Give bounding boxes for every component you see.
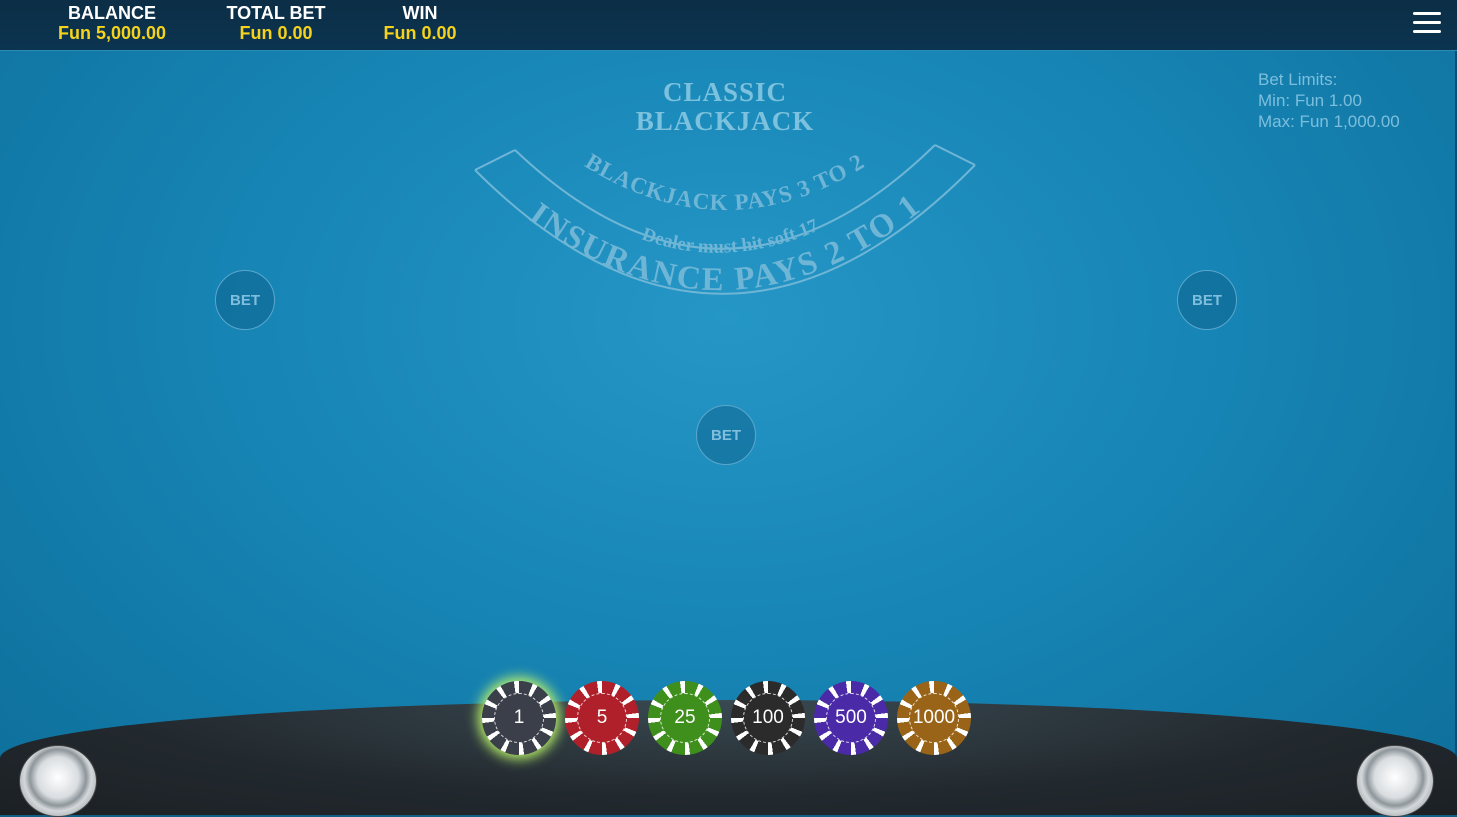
- menu-line: [1413, 12, 1441, 15]
- hamburger-menu-icon[interactable]: [1413, 12, 1441, 36]
- win-value: Fun 0.00: [383, 23, 457, 43]
- chip-100-label: 100: [743, 693, 793, 743]
- arc-text-blackjack: BLACKJACK PAYS 3 TO 2: [581, 149, 868, 216]
- table-rail: [0, 700, 1457, 815]
- svg-text:BLACKJACK PAYS 3 TO 2: BLACKJACK PAYS 3 TO 2: [581, 149, 869, 216]
- bet-limits-heading: Bet Limits:: [1258, 70, 1338, 89]
- chip-25[interactable]: 25: [648, 681, 722, 755]
- total-bet-display: TOTAL BET Fun 0.00: [212, 3, 340, 43]
- bet-spot-right[interactable]: BET: [1177, 270, 1237, 330]
- undo-cup-icon[interactable]: [19, 745, 97, 817]
- menu-line: [1413, 30, 1441, 33]
- chip-500[interactable]: 500: [814, 681, 888, 755]
- total-bet-value: Fun 0.00: [239, 23, 313, 43]
- bet-spot-center[interactable]: BET: [696, 405, 756, 465]
- chip-5-label: 5: [577, 693, 627, 743]
- bet-limits-max: Max: Fun 1,000.00: [1258, 112, 1400, 131]
- bet-spot-left[interactable]: BET: [215, 270, 275, 330]
- chip-1000-label: 1000: [909, 693, 959, 743]
- total-bet-label: TOTAL BET: [226, 3, 326, 23]
- chip-25-label: 25: [660, 693, 710, 743]
- chip-500-label: 500: [826, 693, 876, 743]
- top-bar: BALANCE Fun 5,000.00 TOTAL BET Fun 0.00 …: [0, 0, 1457, 51]
- balance-display: BALANCE Fun 5,000.00: [42, 3, 182, 43]
- win-display: WIN Fun 0.00: [364, 3, 476, 43]
- win-label: WIN: [402, 3, 438, 23]
- table-rules-arcs: BLACKJACK PAYS 3 TO 2 Dealer must hit so…: [474, 144, 976, 298]
- chip-1000[interactable]: 1000: [897, 681, 971, 755]
- table-title: CLASSIC BLACKJACK: [600, 78, 850, 136]
- balance-label: BALANCE: [68, 3, 156, 23]
- chip-5[interactable]: 5: [565, 681, 639, 755]
- menu-line: [1413, 21, 1441, 24]
- balance-value: Fun 5,000.00: [57, 23, 167, 43]
- bet-limits-min: Min: Fun 1.00: [1258, 91, 1362, 110]
- clear-cup-icon[interactable]: [1356, 745, 1434, 817]
- insurance-band-end-right: [934, 144, 976, 166]
- table-title-line1: CLASSIC: [662, 77, 788, 107]
- chip-1[interactable]: 1: [482, 681, 556, 755]
- bet-limits: Bet Limits: Min: Fun 1.00 Max: Fun 1,000…: [1258, 69, 1400, 132]
- chip-1-label: 1: [494, 693, 544, 743]
- chip-100[interactable]: 100: [731, 681, 805, 755]
- insurance-band-end-left: [474, 149, 516, 171]
